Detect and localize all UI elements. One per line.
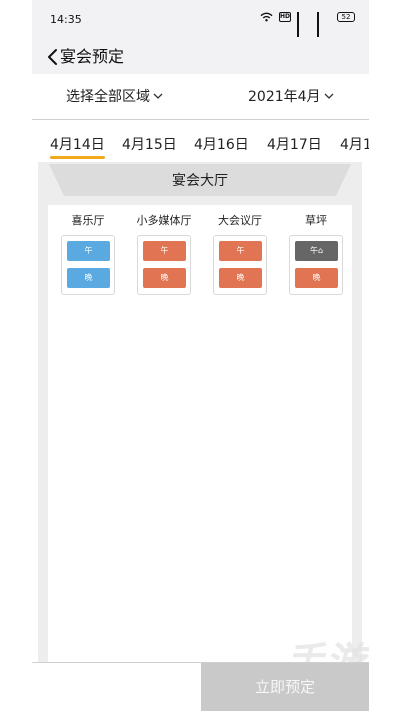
signal-icon-2 xyxy=(317,12,331,37)
slot-evening[interactable]: 晚 xyxy=(219,268,262,288)
filter-row: 选择全部区域 2021年4月 xyxy=(32,74,369,120)
battery-icon: 52 xyxy=(337,12,355,22)
status-bar: 14:35 HD 52 xyxy=(32,0,369,40)
date-tab-0417[interactable]: 4月17日 xyxy=(267,134,322,154)
wifi-icon xyxy=(260,12,273,22)
room-lawn: 草坪 午⌂ 晚 xyxy=(281,205,351,295)
room-name: 大会议厅 xyxy=(218,214,262,227)
slot-noon[interactable]: 午⌂ xyxy=(295,241,338,261)
slot-noon[interactable]: 午 xyxy=(219,241,262,261)
date-tab-0416[interactable]: 4月16日 xyxy=(194,134,249,154)
page-title: 宴会预定 xyxy=(60,47,125,66)
area-filter-label: 选择全部区域 xyxy=(66,89,150,105)
room-name: 草坪 xyxy=(305,214,327,227)
status-icons: HD 52 xyxy=(260,12,355,37)
date-tabs: 4月14日 4月15日 4月16日 4月17日 4月1 xyxy=(32,120,369,160)
month-filter-label: 2021年4月 xyxy=(248,89,321,105)
room-name: 喜乐厅 xyxy=(71,214,105,227)
signal-icon xyxy=(297,12,311,37)
month-filter-dropdown[interactable]: 2021年4月 xyxy=(248,86,334,106)
area-filter-dropdown[interactable]: 选择全部区域 xyxy=(66,86,163,106)
hd-icon: HD xyxy=(279,12,291,22)
date-tab-0415[interactable]: 4月15日 xyxy=(122,134,177,154)
room-multimedia: 小多媒体厅 午 晚 xyxy=(129,205,199,295)
nav-bar: 宴会预定 xyxy=(32,40,369,74)
hall-header: 宴会大厅 xyxy=(49,164,351,196)
date-tab-0414[interactable]: 4月14日 xyxy=(50,134,105,159)
room-conference: 大会议厅 午 晚 xyxy=(205,205,275,295)
room-xile: 喜乐厅 午 晚 xyxy=(53,205,123,295)
slot-noon[interactable]: 午 xyxy=(67,241,110,261)
date-tab-0418[interactable]: 4月1 xyxy=(340,134,369,154)
back-arrow-icon[interactable] xyxy=(46,48,60,66)
status-time: 14:35 xyxy=(50,13,82,26)
slot-evening[interactable]: 晚 xyxy=(295,268,338,288)
slot-box: 午⌂ 晚 xyxy=(289,235,343,295)
slot-evening[interactable]: 晚 xyxy=(143,268,186,288)
hall-panel: 宴会大厅 喜乐厅 午 晚 小多媒体厅 午 晚 大会议厅 午 晚 草坪 午⌂ 晚 xyxy=(38,162,362,711)
hall-title: 宴会大厅 xyxy=(172,173,228,189)
app-screen: 14:35 HD 52 宴会预定 选择全部区域 2021年4月 4月14日 4月… xyxy=(32,0,369,711)
chevron-down-icon xyxy=(324,93,334,99)
slot-box: 午 晚 xyxy=(213,235,267,295)
slot-box: 午 晚 xyxy=(137,235,191,295)
slot-evening[interactable]: 晚 xyxy=(67,268,110,288)
bottom-bar: 立即预定 xyxy=(32,662,369,711)
book-now-button[interactable]: 立即预定 xyxy=(201,663,369,711)
room-grid: 喜乐厅 午 晚 小多媒体厅 午 晚 大会议厅 午 晚 草坪 午⌂ 晚 xyxy=(48,205,352,711)
room-name: 小多媒体厅 xyxy=(136,214,192,227)
chevron-down-icon xyxy=(153,93,163,99)
slot-box: 午 晚 xyxy=(61,235,115,295)
slot-noon[interactable]: 午 xyxy=(143,241,186,261)
